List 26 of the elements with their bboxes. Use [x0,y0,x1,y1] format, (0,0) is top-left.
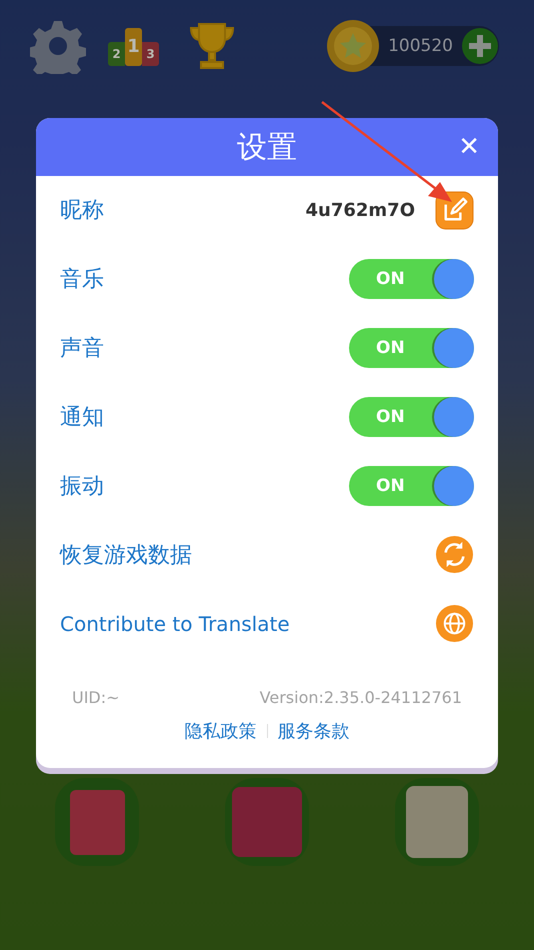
coin-balance: 100520 [387,36,454,56]
podium-rank: 1 [125,28,142,66]
star-coin-icon [326,19,380,73]
version-text: Version:2.35.0-24112761 [260,688,462,707]
globe-icon[interactable] [435,604,474,643]
setting-label: 音乐 [60,266,105,294]
dialog-title: 设置 [237,128,297,166]
setting-label: 声音 [60,334,105,362]
setting-label: 昵称 [60,197,105,225]
trophy-icon[interactable] [187,22,237,70]
edit-icon[interactable] [435,190,474,230]
footer-link[interactable]: 服务条款 [278,719,350,743]
nickname-value: 4u762m7O [306,200,415,220]
podium-rank: 3 [142,42,159,66]
gear-icon[interactable] [30,18,86,74]
setting-label: Contribute to Translate [60,612,291,636]
setting-label: 恢复游戏数据 [60,542,193,570]
close-button[interactable]: ✕ [454,130,484,164]
footer-link[interactable]: 隐私政策 [184,719,256,743]
podium-rank: 2 [108,42,125,66]
setting-label: 通知 [60,404,105,432]
leaderboard-podium-icon[interactable]: 2 1 3 [108,26,159,66]
setting-label: 振动 [60,472,105,500]
uid-text: UID:~ [72,688,120,707]
refresh-icon[interactable] [435,535,474,574]
add-coins-icon[interactable] [461,27,499,65]
